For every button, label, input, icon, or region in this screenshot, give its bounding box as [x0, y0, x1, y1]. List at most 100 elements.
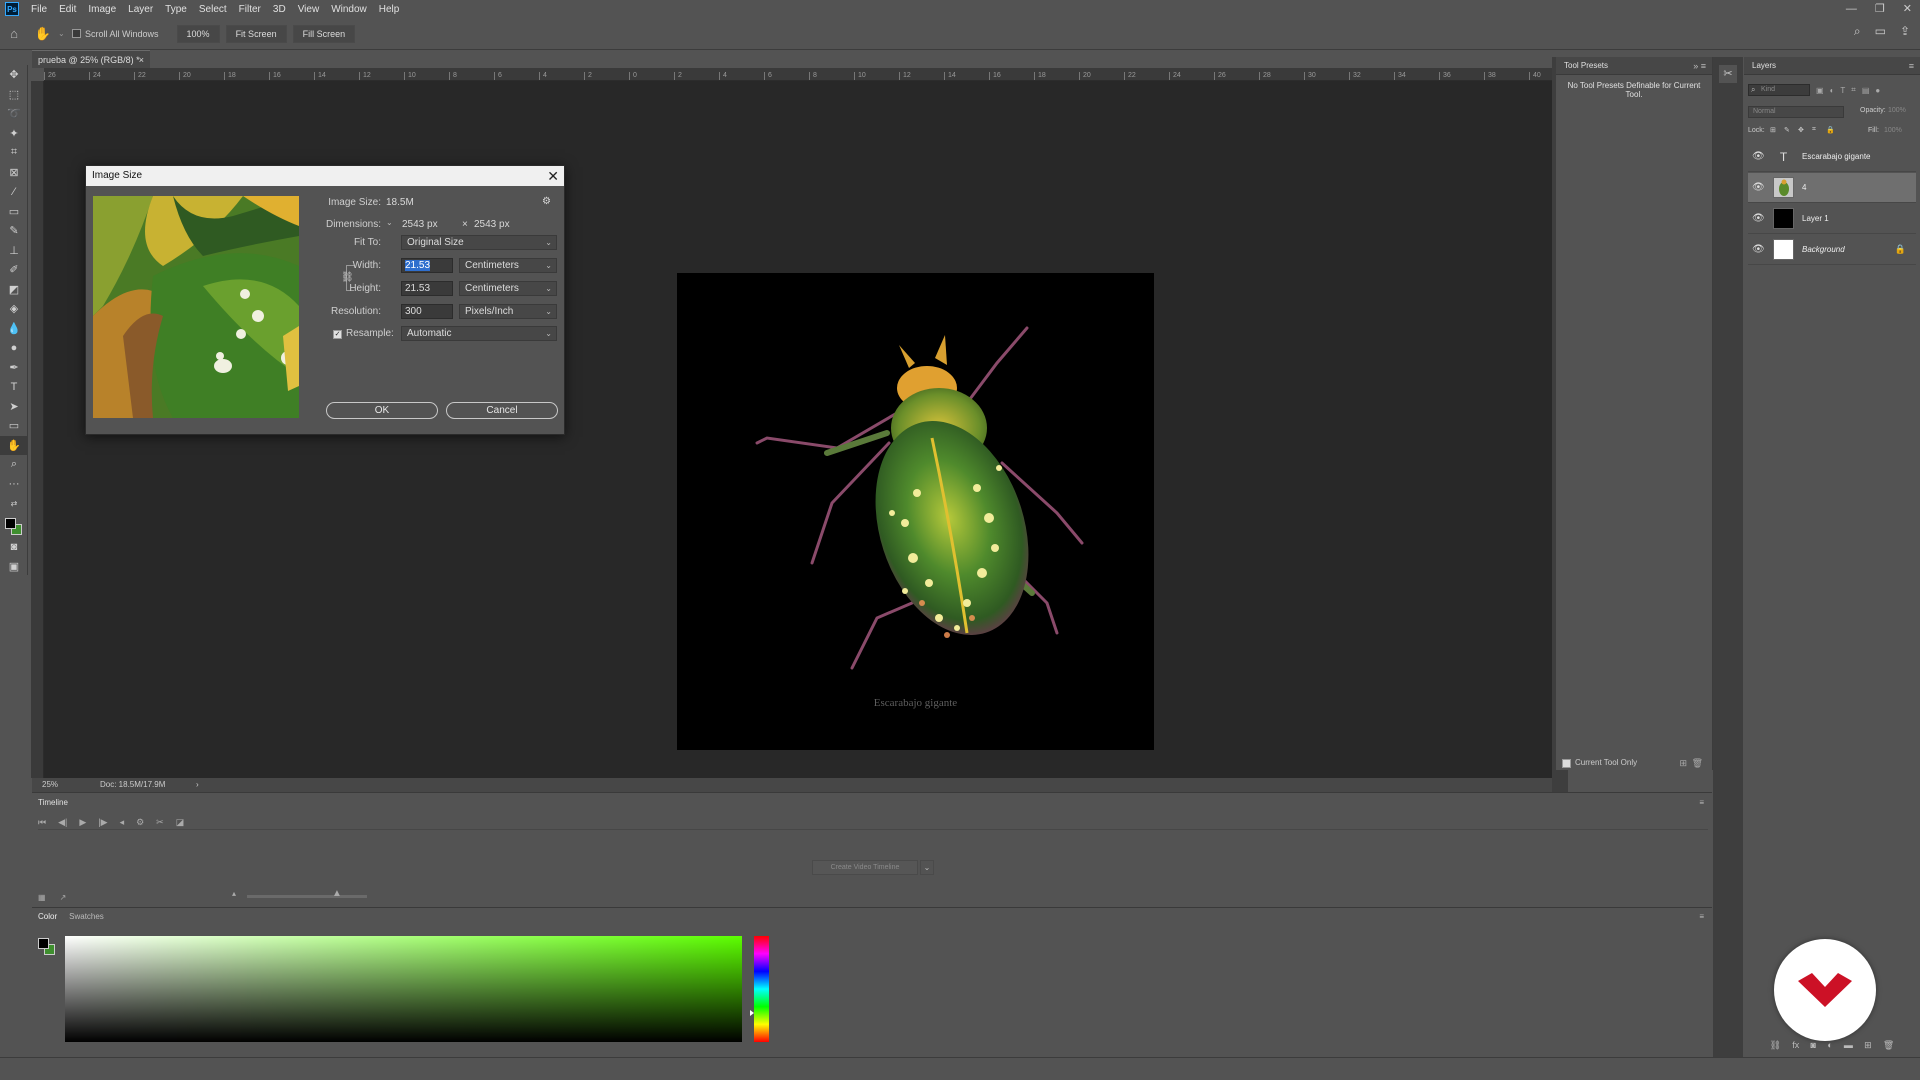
document-canvas[interactable]: Escarabajo gigante	[677, 273, 1154, 750]
menu-type[interactable]: Type	[159, 4, 193, 15]
crop-tool-icon[interactable]: ⌗	[0, 143, 28, 163]
fill-value[interactable]: 100%	[1884, 127, 1902, 134]
frame-animation-icon[interactable]: ▦	[38, 893, 46, 902]
search-icon[interactable]: ⌕	[1854, 24, 1861, 39]
minimize-button[interactable]: —	[1846, 0, 1857, 18]
scroll-all-windows-checkbox[interactable]: Scroll All Windows	[72, 29, 159, 39]
filter-pixel-icon[interactable]: ▣	[1816, 86, 1824, 95]
healing-brush-tool-icon[interactable]: ▭	[0, 202, 28, 222]
menu-image[interactable]: Image	[82, 4, 122, 15]
hand-tool-preset-icon[interactable]: ✋	[28, 26, 58, 42]
eyedropper-tool-icon[interactable]: ⁄	[0, 182, 28, 202]
menu-window[interactable]: Window	[325, 4, 373, 15]
visibility-eye-icon[interactable]: 👁	[1752, 213, 1765, 224]
tab-color[interactable]: Color	[32, 908, 64, 926]
color-field[interactable]	[65, 936, 742, 1042]
restore-button[interactable]: ❐	[1875, 0, 1885, 18]
zoom-100-button[interactable]: 100%	[176, 24, 220, 43]
settings-gear-icon[interactable]: ⚙	[136, 817, 144, 828]
lasso-tool-icon[interactable]: ➰	[0, 104, 28, 124]
adjustment-layer-icon[interactable]: ◐	[1827, 1040, 1832, 1050]
marquee-tool-icon[interactable]: ⬚	[0, 85, 28, 105]
hand-tool-icon[interactable]: ✋	[0, 435, 28, 455]
render-icon[interactable]: ↗	[60, 893, 67, 902]
magic-wand-tool-icon[interactable]: ✦	[0, 124, 28, 144]
dialog-close-icon[interactable]: ✕	[547, 166, 559, 186]
brush-tool-icon[interactable]: ✎	[0, 221, 28, 241]
filter-toggle-icon[interactable]: ●	[1875, 86, 1880, 95]
width-input[interactable]: 21.53	[401, 258, 453, 273]
frame-tool-icon[interactable]: ⊠	[0, 163, 28, 183]
layer-row[interactable]: 👁 T Escarabajo gigante	[1748, 142, 1916, 172]
zoom-in-icon[interactable]: ▲	[332, 888, 342, 899]
blur-tool-icon[interactable]: 💧	[0, 319, 28, 339]
timeline-zoom-slider[interactable]	[247, 895, 367, 898]
delete-layer-icon[interactable]: 🗑	[1883, 1040, 1894, 1051]
menu-file[interactable]: File	[25, 4, 53, 15]
menu-layer[interactable]: Layer	[122, 4, 159, 15]
panel-menu-icon[interactable]: ≡	[1909, 57, 1914, 75]
chevron-down-icon[interactable]: ⌄	[920, 860, 934, 875]
close-window-button[interactable]: ✕	[1903, 0, 1912, 18]
rectangle-tool-icon[interactable]: ▭	[0, 416, 28, 436]
hue-slider[interactable]	[754, 936, 769, 1042]
home-icon[interactable]: ⌂	[0, 26, 28, 41]
panel-menu-icon[interactable]: ≡	[1699, 908, 1704, 926]
menu-view[interactable]: View	[292, 4, 326, 15]
history-brush-tool-icon[interactable]: ✐	[0, 260, 28, 280]
ok-button[interactable]: OK	[326, 402, 438, 419]
resample-select[interactable]: Automatic ⌄	[401, 326, 557, 341]
layer-row[interactable]: 👁 Background 🔒	[1748, 235, 1916, 265]
path-selection-tool-icon[interactable]: ➤	[0, 397, 28, 417]
visibility-eye-icon[interactable]: 👁	[1752, 151, 1765, 162]
first-frame-icon[interactable]: ⏮	[38, 817, 46, 828]
width-unit-select[interactable]: Centimeters ⌄	[459, 258, 557, 273]
lock-transparent-icon[interactable]: ⊞	[1770, 126, 1776, 134]
close-document-icon[interactable]: ×	[139, 51, 144, 69]
delete-preset-icon[interactable]: 🗑	[1692, 756, 1703, 770]
height-input[interactable]: 21.53	[401, 281, 453, 296]
foreground-color-swatch[interactable]	[38, 938, 49, 949]
swap-colors-icon[interactable]: ⇄	[0, 494, 28, 514]
play-icon[interactable]: ▶	[79, 817, 86, 828]
image-preview[interactable]	[93, 196, 299, 418]
new-group-icon[interactable]: ▬	[1844, 1040, 1853, 1050]
menu-select[interactable]: Select	[193, 4, 233, 15]
menu-edit[interactable]: Edit	[53, 4, 82, 15]
hue-slider-marker[interactable]	[750, 1010, 754, 1016]
color-swatches[interactable]	[0, 514, 28, 538]
settings-gear-icon[interactable]: ⚙	[542, 196, 551, 207]
pen-tool-icon[interactable]: ✒	[0, 358, 28, 378]
menu-filter[interactable]: Filter	[233, 4, 267, 15]
opacity-value[interactable]: 100%	[1888, 107, 1906, 114]
status-zoom[interactable]: 25%	[42, 778, 58, 792]
layer-row[interactable]: 👁 4	[1748, 173, 1916, 203]
current-tool-only-checkbox[interactable]	[1562, 758, 1571, 768]
screen-mode-icon[interactable]: ▣	[0, 557, 28, 577]
type-tool-icon[interactable]: T	[0, 377, 28, 397]
transition-icon[interactable]: ◪	[176, 817, 185, 828]
menu-3d[interactable]: 3D	[267, 4, 292, 15]
panel-menu-icon[interactable]: » ≡	[1693, 57, 1706, 75]
dimensions-dropdown-icon[interactable]: ⌄	[386, 218, 393, 227]
filter-smart-object-icon[interactable]: ▤	[1862, 86, 1870, 95]
menu-help[interactable]: Help	[373, 4, 406, 15]
split-icon[interactable]: ✂	[156, 817, 164, 828]
link-layers-icon[interactable]: ⛓	[1770, 1040, 1781, 1051]
constrain-proportions-link-icon[interactable]: ⛓	[341, 272, 354, 283]
filter-shape-icon[interactable]: ⌗	[1851, 85, 1856, 95]
foreground-color-swatch[interactable]	[5, 517, 16, 529]
audio-icon[interactable]: ◂	[120, 817, 125, 828]
fit-screen-button[interactable]: Fit Screen	[225, 24, 287, 43]
new-preset-icon[interactable]: ⊞	[1679, 756, 1687, 770]
layer-kind-filter[interactable]: Kind	[1748, 84, 1810, 96]
lock-artboard-icon[interactable]: ⌗	[1812, 126, 1816, 134]
next-frame-icon[interactable]: |▶	[98, 817, 107, 828]
cancel-button[interactable]: Cancel	[446, 402, 558, 419]
layer-style-icon[interactable]: fx	[1792, 1040, 1799, 1050]
resolution-unit-select[interactable]: Pixels/Inch ⌄	[459, 304, 557, 319]
eraser-tool-icon[interactable]: ◩	[0, 280, 28, 300]
document-tab[interactable]: prueba @ 25% (RGB/8) * ×	[32, 50, 150, 68]
resample-checkbox[interactable]: ✓	[333, 330, 342, 339]
dodge-tool-icon[interactable]: ●	[0, 338, 28, 358]
